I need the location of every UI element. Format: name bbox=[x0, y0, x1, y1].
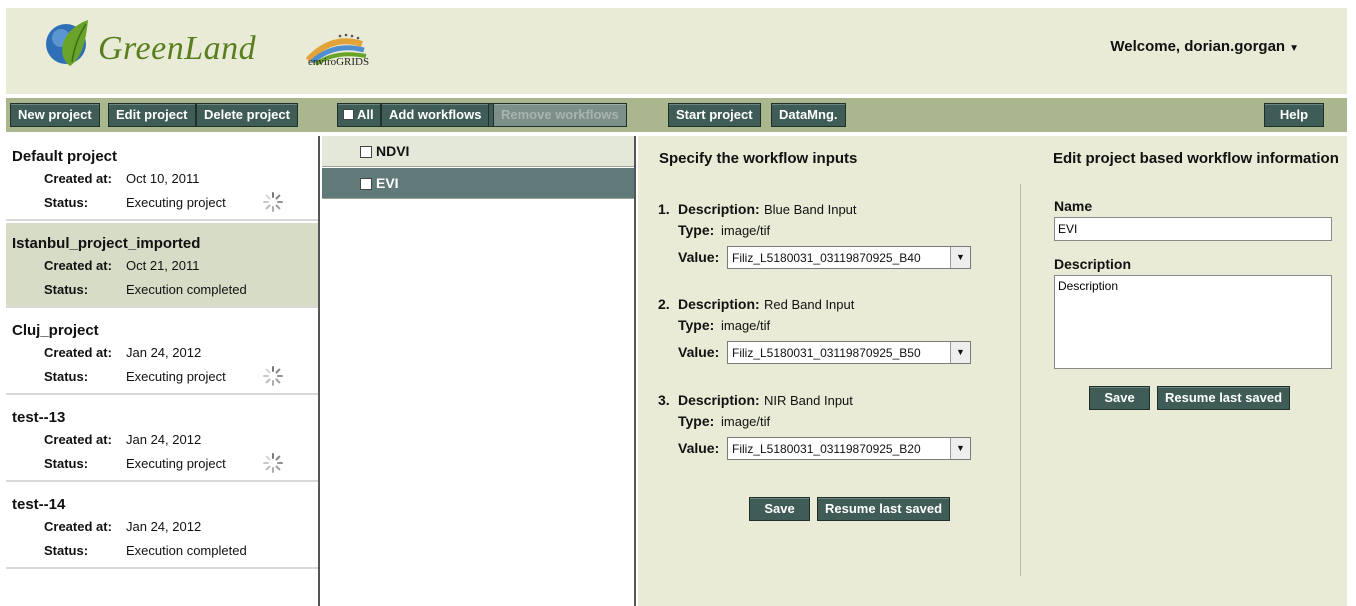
select-value: Filiz_L5180031_03119870925_B40 bbox=[732, 251, 921, 265]
created-at-value: Jan 24, 2012 bbox=[126, 519, 202, 534]
workflow-checkbox[interactable] bbox=[360, 178, 372, 190]
input-number: 3. bbox=[658, 392, 670, 408]
created-at-label: Created at: bbox=[44, 519, 112, 534]
chevron-down-icon[interactable]: ▼ bbox=[950, 342, 970, 363]
chevron-down-icon[interactable]: ▼ bbox=[950, 247, 970, 268]
description-value: Blue Band Input bbox=[764, 202, 857, 217]
loading-spinner-icon bbox=[263, 366, 283, 386]
name-label: Name bbox=[1054, 198, 1093, 214]
status-label: Status: bbox=[44, 282, 89, 297]
input-number: 1. bbox=[658, 201, 670, 217]
status-label: Status: bbox=[44, 456, 89, 471]
project-list: Default project Created at: Oct 10, 2011… bbox=[6, 136, 320, 606]
description-field-label: Description bbox=[1054, 256, 1132, 272]
globe-leaf-logo-icon bbox=[46, 20, 88, 66]
project-name: test--13 bbox=[12, 409, 66, 426]
type-label: Type: bbox=[678, 317, 715, 333]
status-label: Status: bbox=[44, 543, 89, 558]
input-value-select[interactable]: Filiz_L5180031_03119870925_B40 ▼ bbox=[727, 246, 971, 269]
created-at-value: Oct 10, 2011 bbox=[126, 171, 200, 186]
created-at-label: Created at: bbox=[44, 432, 112, 447]
project-item[interactable]: Istanbul_project_imported Created at: Oc… bbox=[6, 223, 318, 308]
created-at-label: Created at: bbox=[44, 345, 112, 360]
type-value: image/tif bbox=[721, 223, 771, 238]
input-number: 2. bbox=[658, 296, 670, 312]
workflow-details-panel: Specify the workflow inputs 1. Descripti… bbox=[638, 136, 1347, 606]
loading-spinner-icon bbox=[263, 453, 283, 473]
delete-project-button[interactable]: Delete project bbox=[196, 103, 298, 127]
type-label: Type: bbox=[678, 413, 715, 429]
project-name: Istanbul_project_imported bbox=[12, 235, 201, 252]
greenland-logo: GreenLand bbox=[98, 30, 257, 67]
workflow-label: EVI bbox=[376, 175, 399, 191]
loading-spinner-icon bbox=[263, 192, 283, 212]
select-value: Filiz_L5180031_03119870925_B50 bbox=[732, 346, 921, 360]
chevron-down-icon: ▼ bbox=[1289, 43, 1299, 54]
edit-panel-title: Edit project based workflow information bbox=[1053, 150, 1339, 167]
name-field[interactable] bbox=[1054, 217, 1332, 241]
envirogrids-logo-text: enviroGRIDS bbox=[308, 56, 370, 68]
status-value: Executing project bbox=[126, 369, 226, 384]
type-value: image/tif bbox=[721, 414, 771, 429]
description-label: Description: bbox=[678, 392, 760, 408]
project-item[interactable]: test--13 Created at: Jan 24, 2012 Status… bbox=[6, 397, 318, 482]
status-label: Status: bbox=[44, 369, 89, 384]
description-field[interactable]: Description bbox=[1054, 275, 1332, 369]
project-item[interactable]: Default project Created at: Oct 10, 2011… bbox=[6, 136, 318, 221]
project-item[interactable]: test--14 Created at: Jan 24, 2012 Status… bbox=[6, 484, 318, 569]
description-value: NIR Band Input bbox=[764, 393, 853, 408]
save-project-info-button[interactable]: Save bbox=[1089, 386, 1150, 410]
value-label: Value: bbox=[678, 344, 720, 360]
add-workflows-button[interactable]: Add workflows bbox=[381, 103, 490, 127]
column-divider bbox=[1020, 184, 1021, 576]
input-value-select[interactable]: Filiz_L5180031_03119870925_B20 ▼ bbox=[727, 437, 971, 460]
welcome-text: Welcome, dorian.gorgan bbox=[1110, 38, 1286, 55]
resume-last-saved-inputs-button[interactable]: Resume last saved bbox=[817, 497, 951, 521]
created-at-label: Created at: bbox=[44, 171, 112, 186]
description-label: Description: bbox=[678, 201, 760, 217]
workflow-item[interactable]: NDVI bbox=[322, 136, 634, 167]
edit-project-button[interactable]: Edit project bbox=[108, 103, 196, 127]
project-name: test--14 bbox=[12, 496, 66, 513]
created-at-value: Jan 24, 2012 bbox=[126, 432, 202, 447]
project-name: Default project bbox=[12, 148, 118, 165]
created-at-label: Created at: bbox=[44, 258, 112, 273]
user-menu[interactable]: Welcome, dorian.gorgan ▼ bbox=[1110, 38, 1299, 55]
resume-last-saved-info-button[interactable]: Resume last saved bbox=[1157, 386, 1291, 410]
remove-workflows-button[interactable]: Remove workflows bbox=[493, 103, 627, 127]
type-label: Type: bbox=[678, 222, 715, 238]
start-project-button[interactable]: Start project bbox=[668, 103, 761, 127]
type-value: image/tif bbox=[721, 318, 771, 333]
toolbar: New project Edit project Delete project … bbox=[6, 98, 1347, 132]
select-all-toggle[interactable]: All bbox=[337, 103, 381, 127]
status-value: Execution completed bbox=[126, 282, 247, 297]
select-all-checkbox[interactable] bbox=[343, 109, 354, 120]
workflow-checkbox[interactable] bbox=[360, 146, 372, 158]
workflow-list: NDVI EVI bbox=[322, 136, 636, 606]
project-name: Cluj_project bbox=[12, 322, 99, 339]
help-button[interactable]: Help bbox=[1264, 103, 1324, 127]
description-label: Description: bbox=[678, 296, 760, 312]
select-value: Filiz_L5180031_03119870925_B20 bbox=[732, 442, 921, 456]
value-label: Value: bbox=[678, 440, 720, 456]
workflow-item[interactable]: EVI bbox=[322, 168, 634, 199]
value-label: Value: bbox=[678, 249, 720, 265]
project-item[interactable]: Cluj_project Created at: Jan 24, 2012 St… bbox=[6, 310, 318, 395]
created-at-value: Jan 24, 2012 bbox=[126, 345, 202, 360]
status-value: Executing project bbox=[126, 195, 226, 210]
datamng-button[interactable]: DataMng. bbox=[771, 103, 846, 127]
created-at-value: Oct 21, 2011 bbox=[126, 258, 200, 273]
new-project-button[interactable]: New project bbox=[10, 103, 100, 127]
inputs-panel-title: Specify the workflow inputs bbox=[659, 150, 858, 167]
select-all-label: All bbox=[357, 107, 374, 122]
status-value: Execution completed bbox=[126, 543, 247, 558]
input-value-select[interactable]: Filiz_L5180031_03119870925_B50 ▼ bbox=[727, 341, 971, 364]
status-value: Executing project bbox=[126, 456, 226, 471]
description-value: Red Band Input bbox=[764, 297, 855, 312]
save-inputs-button[interactable]: Save bbox=[749, 497, 810, 521]
app-header: GreenLand enviroGRIDS Welcome, dorian.go… bbox=[6, 8, 1347, 94]
status-label: Status: bbox=[44, 195, 89, 210]
chevron-down-icon[interactable]: ▼ bbox=[950, 438, 970, 459]
workflow-label: NDVI bbox=[376, 143, 410, 159]
